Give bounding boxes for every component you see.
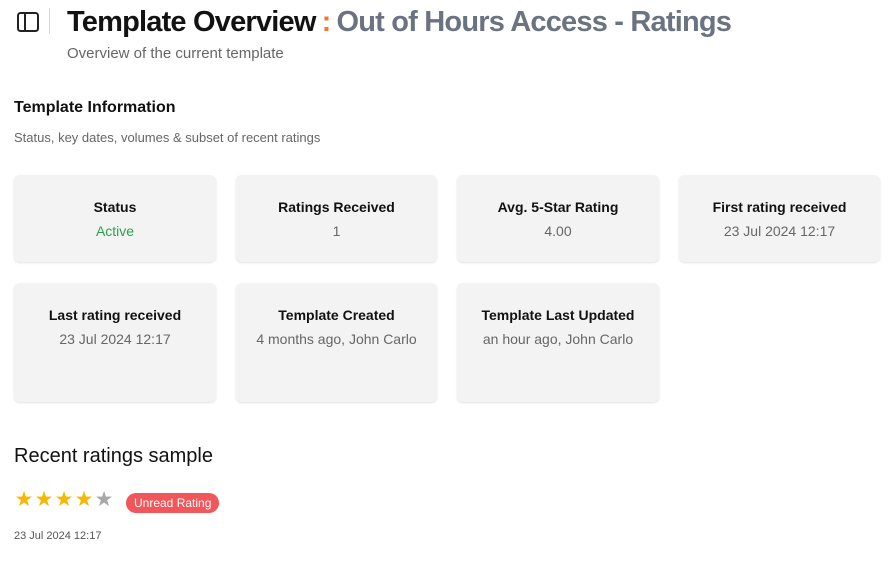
page-header: Template Overview: Out of Hours Access - … [0, 0, 891, 70]
last-rating-value: 23 Jul 2024 12:17 [59, 331, 171, 347]
first-rating-label: First rating received [712, 199, 847, 215]
page-subtitle: Overview of the current template [67, 45, 284, 62]
rating-date: 23 Jul 2024 12:17 [14, 530, 102, 542]
template-created-value: 4 months ago, John Carlo [256, 331, 417, 347]
sidebar-toggle-icon[interactable] [16, 11, 40, 33]
page-title: Template Overview: Out of Hours Access - … [67, 3, 732, 41]
template-information-title: Template Information [14, 99, 176, 116]
star-empty-icon: ★ [94, 488, 114, 511]
star-filled-icon: ★ [14, 488, 34, 511]
star-filled-icon: ★ [34, 488, 54, 511]
template-information-description: Status, key dates, volumes & subset of r… [14, 130, 321, 145]
template-updated-label: Template Last Updated [481, 307, 635, 323]
template-created-label: Template Created [278, 307, 395, 323]
first-rating-card: First rating received 23 Jul 2024 12:17 [679, 175, 880, 262]
page-title-separator: : [321, 6, 332, 38]
avg-rating-label: Avg. 5-Star Rating [497, 199, 619, 215]
status-label: Status [93, 199, 137, 215]
star-filled-icon: ★ [54, 488, 74, 511]
recent-ratings-title: Recent ratings sample [14, 445, 213, 467]
header-divider [49, 8, 50, 34]
last-rating-card: Last rating received 23 Jul 2024 12:17 [14, 283, 216, 402]
status-card: Status Active [14, 175, 216, 262]
avg-rating-value: 4.00 [544, 223, 572, 239]
template-updated-card: Template Last Updated an hour ago, John … [457, 283, 659, 402]
template-created-card: Template Created 4 months ago, John Carl… [236, 283, 437, 402]
page-title-main: Template Overview [67, 6, 316, 38]
ratings-received-card: Ratings Received 1 [236, 175, 437, 262]
star-rating: ★★★★★ [14, 488, 114, 512]
ratings-received-label: Ratings Received [278, 199, 395, 215]
template-name: Out of Hours Access - Ratings [336, 6, 732, 38]
unread-rating-badge: Unread Rating [126, 493, 220, 513]
last-rating-label: Last rating received [48, 307, 182, 323]
first-rating-value: 23 Jul 2024 12:17 [723, 223, 836, 239]
ratings-received-value: 1 [332, 223, 341, 239]
template-updated-value: an hour ago, John Carlo [482, 331, 634, 347]
status-value: Active [95, 223, 135, 239]
star-filled-icon: ★ [74, 488, 94, 511]
avg-rating-card: Avg. 5-Star Rating 4.00 [457, 175, 659, 262]
